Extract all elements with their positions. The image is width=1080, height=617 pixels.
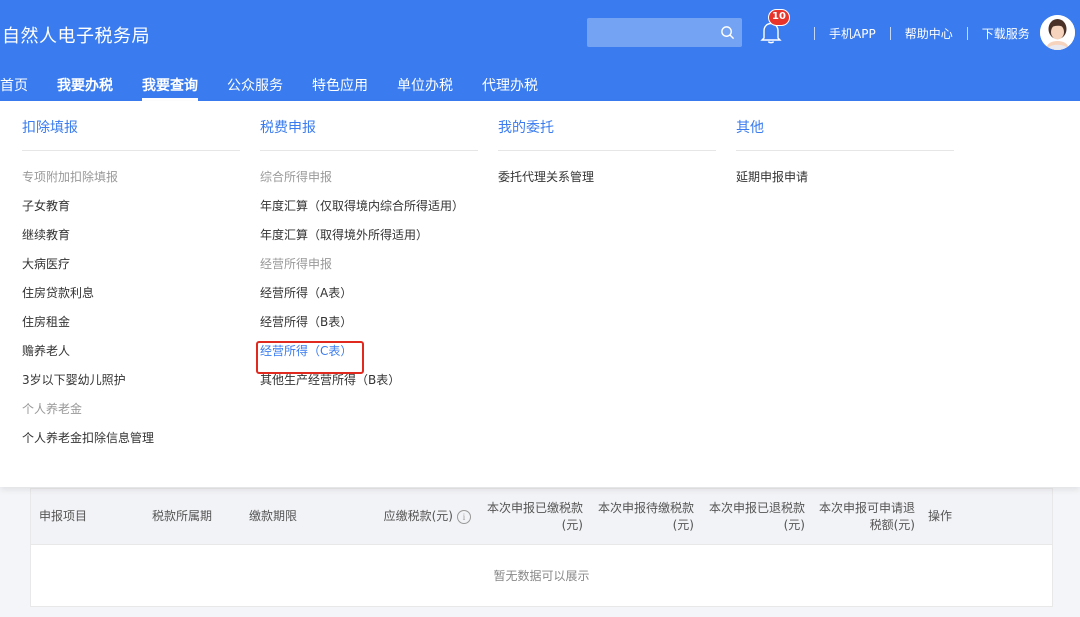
- menu-column-delegation: 我的委托 委托代理关系管理: [498, 101, 716, 192]
- menu-item-elderly-support[interactable]: 赡养老人: [22, 337, 240, 366]
- mega-menu: 扣除填报 专项附加扣除填报 子女教育 继续教育 大病医疗 住房贷款利息 住房租金…: [0, 101, 1080, 487]
- column-header: 本次申报待缴税款(元): [597, 500, 694, 532]
- menu-item-serious-illness[interactable]: 大病医疗: [22, 250, 240, 279]
- nav-unit-tax[interactable]: 单位办税: [397, 75, 453, 101]
- nav-tax-handling[interactable]: 我要办税: [57, 75, 113, 101]
- menu-item-business-a[interactable]: 经营所得（A表）: [260, 279, 478, 308]
- nav-home[interactable]: 首页: [0, 75, 28, 101]
- divider: [889, 26, 891, 40]
- search-input[interactable]: [587, 18, 712, 47]
- menu-column-deductions: 扣除填报 专项附加扣除填报 子女教育 继续教育 大病医疗 住房贷款利息 住房租金…: [22, 101, 240, 453]
- mobile-app-link[interactable]: 手机APP: [829, 25, 876, 42]
- column-header: 税款所属期: [152, 509, 213, 523]
- menu-item-continuing-education[interactable]: 继续教育: [22, 221, 240, 250]
- menu-column-title[interactable]: 扣除填报: [22, 101, 240, 151]
- menu-column-title[interactable]: 我的委托: [498, 101, 716, 151]
- info-icon[interactable]: i: [457, 509, 471, 524]
- column-header-with-info: 应缴税款(元) i: [361, 489, 471, 544]
- menu-item-annual-overseas[interactable]: 年度汇算（取得境外所得适用）: [260, 221, 478, 250]
- table-header: 申报项目 税款所属期 缴款期限 应缴税款(元) i 本次申报已缴税款(元) 本次申…: [31, 489, 1052, 544]
- menu-group-label: 个人养老金: [22, 402, 83, 416]
- menu-item-annual-domestic[interactable]: 年度汇算（仅取得境内综合所得适用）: [260, 192, 478, 221]
- menu-item-infant-care[interactable]: 3岁以下婴幼儿照护: [22, 366, 240, 395]
- column-header: 本次申报已退税款(元): [708, 500, 805, 532]
- column-header: 缴款期限: [249, 509, 298, 523]
- download-service-link[interactable]: 下载服务: [982, 25, 1030, 42]
- divider: [814, 26, 815, 40]
- site-title: 自然人电子税务局: [2, 26, 150, 47]
- user-avatar-icon: [1040, 15, 1075, 50]
- menu-item-mortgage-interest[interactable]: 住房贷款利息: [22, 279, 240, 308]
- highlight-annotation: [256, 341, 364, 374]
- column-header: 申报项目: [39, 509, 88, 523]
- menu-item-pension-deduction[interactable]: 个人养老金扣除信息管理: [22, 424, 240, 453]
- column-header: 操作: [928, 509, 953, 523]
- column-header: 应缴税款(元): [383, 509, 453, 523]
- divider: [966, 26, 968, 40]
- nav-agent-tax[interactable]: 代理办税: [482, 75, 538, 101]
- empty-state: 暂无数据可以展示: [31, 544, 1052, 606]
- menu-column-title[interactable]: 税费申报: [260, 101, 478, 151]
- declaration-table: 申报项目 税款所属期 缴款期限 应缴税款(元) i 本次申报已缴税款(元) 本次申…: [30, 488, 1053, 607]
- help-center-link[interactable]: 帮助中心: [905, 25, 953, 42]
- nav-special-apps[interactable]: 特色应用: [312, 75, 368, 101]
- menu-item-agency-management[interactable]: 委托代理关系管理: [498, 163, 716, 192]
- column-header: 本次申报已缴税款(元): [486, 500, 583, 532]
- nav-public-service[interactable]: 公众服务: [227, 75, 283, 101]
- notification-badge: 10: [768, 9, 790, 26]
- top-header: 自然人电子税务局 10 手机APP 帮助中心 下载服务 首页 我要办税 我要查询…: [0, 0, 1080, 101]
- main-nav: 首页 我要办税 我要查询 公众服务 特色应用 单位办税 代理办税: [0, 75, 567, 101]
- menu-group-label: 经营所得申报: [260, 257, 333, 271]
- search-icon[interactable]: [720, 25, 735, 40]
- menu-item-extension-request[interactable]: 延期申报申请: [736, 163, 954, 192]
- menu-group-label: 专项附加扣除填报: [22, 170, 119, 184]
- menu-column-other: 其他 延期申报申请: [736, 101, 954, 192]
- avatar[interactable]: [1040, 15, 1075, 50]
- top-links: 手机APP 帮助中心 下载服务: [800, 25, 1030, 41]
- search-box[interactable]: [587, 18, 742, 47]
- menu-item-housing-rent[interactable]: 住房租金: [22, 308, 240, 337]
- column-header: 本次申报可申请退税额(元): [819, 500, 916, 532]
- menu-group-label: 综合所得申报: [260, 170, 333, 184]
- menu-item-business-b[interactable]: 经营所得（B表）: [260, 308, 478, 337]
- menu-column-title[interactable]: 其他: [736, 101, 954, 151]
- nav-query[interactable]: 我要查询: [142, 75, 198, 101]
- menu-item-child-education[interactable]: 子女教育: [22, 192, 240, 221]
